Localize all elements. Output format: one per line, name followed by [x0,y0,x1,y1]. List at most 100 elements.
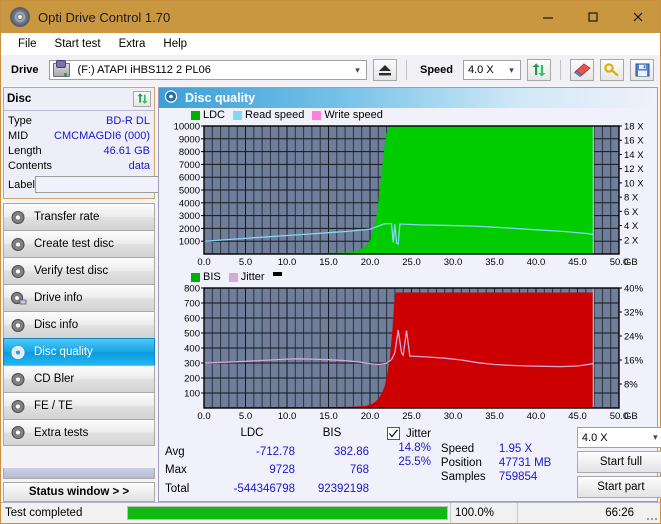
svg-text:35.0: 35.0 [485,411,504,422]
svg-text:35.0: 35.0 [485,257,504,268]
svg-text:14 X: 14 X [624,150,644,161]
chevron-down-icon: ▾ [355,64,360,75]
position-label: Position [440,457,482,469]
disc-row-type-key: Type [8,114,32,127]
toolbar-divider-1 [405,60,407,80]
legend-swatch-bis [191,272,200,282]
sidebar-item-disc-info[interactable]: Disc info [3,311,155,338]
svg-text:16 X: 16 X [624,136,644,147]
svg-text:6000: 6000 [179,173,200,184]
disc-info-panel: Disc Type BD-R DL MID CMCMAGDI6 (000) Le… [3,87,237,199]
minimize-icon[interactable] [525,1,570,33]
jitter-checkbox[interactable] [387,427,400,440]
sidebar-item-create-test-disc[interactable]: Create test disc [3,230,155,257]
sidebar-item-disc-quality[interactable]: Disc quality [3,338,155,365]
samples-value: 759854 [498,471,538,483]
svg-text:2000: 2000 [179,224,200,235]
svg-text:25.0: 25.0 [402,257,421,268]
disc-properties: Type BD-R DL MID CMCMAGDI6 (000) Length … [4,111,237,198]
start-part-button[interactable]: Start part [576,476,661,498]
measurement-column: Speed 1.95 X Position 47731 MB Samples 7… [441,427,571,499]
svg-text:800: 800 [184,284,200,295]
disc-icon [10,425,27,440]
svg-text:40%: 40% [624,284,644,295]
disc-row-mid-value: CMCMAGDI6 (000) [54,129,150,142]
eject-button[interactable] [372,59,397,81]
speed-select[interactable]: 4.0 X ▾ [463,60,521,80]
speed-stat-label: Speed [440,443,475,455]
close-icon[interactable] [615,1,660,33]
progress-bar [125,503,450,523]
sidebar-spacer [3,468,155,479]
progress-bar-track [127,506,448,520]
stats-panel: LDC BIS Avg -712.78 382.86 Max 9728 768 … [159,423,661,501]
sidebar-item-drive-info[interactable]: Drive info [3,284,155,311]
sidebar-item-label: Create test disc [34,238,114,250]
disc-icon [10,318,27,333]
menu-extra[interactable]: Extra [110,36,155,52]
jitter-header: Jitter [387,427,431,440]
menu-help[interactable]: Help [154,36,196,52]
maximize-icon[interactable] [570,1,615,33]
disc-panel-header: Disc [4,88,154,111]
refresh-button[interactable] [527,59,551,81]
svg-text:15.0: 15.0 [319,411,338,422]
svg-text:7000: 7000 [179,160,200,171]
svg-text:100: 100 [184,389,200,400]
sidebar-item-transfer-rate[interactable]: Transfer rate [3,203,155,230]
disc-icon [10,291,27,306]
jitter-avg: 14.8% [398,442,431,454]
key-button[interactable] [600,59,624,81]
eraser-icon [573,63,591,77]
status-window-button[interactable]: Status window > > [3,482,155,502]
app-window: Opti Drive Control 1.70 File Start test … [0,0,661,524]
save-button[interactable] [630,59,654,81]
legend-label-write-speed: Write speed [324,109,383,121]
drive-select[interactable]: (F:) ATAPI iHBS112 2 PL06 ▾ [48,60,367,80]
menu-file[interactable]: File [9,36,46,52]
stats-header-ldc: LDC [240,427,264,439]
menu-start-test[interactable]: Start test [46,36,110,52]
nav-list: Transfer rate Create test disc Verify te… [3,203,155,446]
sidebar-item-label: Verify test disc [34,265,109,277]
progress-bar-fill [128,507,447,519]
svg-text:GB: GB [624,411,638,422]
svg-text:45.0: 45.0 [568,411,587,422]
samples-label: Samples [440,471,486,483]
sidebar-item-cd-bler[interactable]: CD Bler [3,365,155,392]
jitter-column: Jitter 14.8% 25.5% [387,427,431,499]
sidebar-item-fe-te[interactable]: FE / TE [3,392,155,419]
disc-row-mid-key: MID [8,129,29,142]
svg-text:30.0: 30.0 [444,257,463,268]
legend-label-read-speed: Read speed [245,109,305,121]
eject-icon [378,65,391,76]
svg-text:40.0: 40.0 [527,257,546,268]
sidebar-item-extra-tests[interactable]: Extra tests [3,419,155,446]
start-full-button[interactable]: Start full [576,451,661,473]
legend-swatch-ldc [191,110,200,120]
window-controls [525,1,660,33]
window-title: Opti Drive Control 1.70 [38,9,171,25]
svg-text:8000: 8000 [179,147,200,158]
charts-container: LDC Read speed Write speed 1000 2000 3000 4… [159,108,657,423]
disc-panel-title: Disc [7,93,32,105]
disc-refresh-button[interactable] [130,91,151,107]
main-panel-header: Disc quality [159,88,657,108]
eraser-button[interactable] [570,59,594,81]
toolbar: Drive (F:) ATAPI iHBS112 2 PL06 ▾ Speed … [1,55,660,85]
speed-stat-value: 1.95 X [498,443,533,455]
stats-table: LDC BIS Avg -712.78 382.86 Max 9728 768 … [165,427,369,499]
sidebar-item-verify-test-disc[interactable]: Verify test disc [3,257,155,284]
jitter-max: 25.5% [398,456,431,468]
svg-text:10000: 10000 [174,122,200,133]
svg-text:4000: 4000 [179,198,200,209]
refresh-icon [532,63,546,77]
disc-icon [10,209,27,225]
test-speed-select[interactable]: 4.0 X ▾ [576,427,661,448]
sidebar-item-label: Disc info [34,319,79,331]
chart-top-plot: 1000 2000 3000 4000 5000 6000 7000 8000 9000 1000… [159,122,657,270]
disc-row-length-key: Length [8,144,42,157]
resize-grip[interactable] [644,503,660,523]
sidebar: Disc Type BD-R DL MID CMCMAGDI6 (000) Le… [1,85,237,502]
svg-text:25.0: 25.0 [402,411,421,422]
